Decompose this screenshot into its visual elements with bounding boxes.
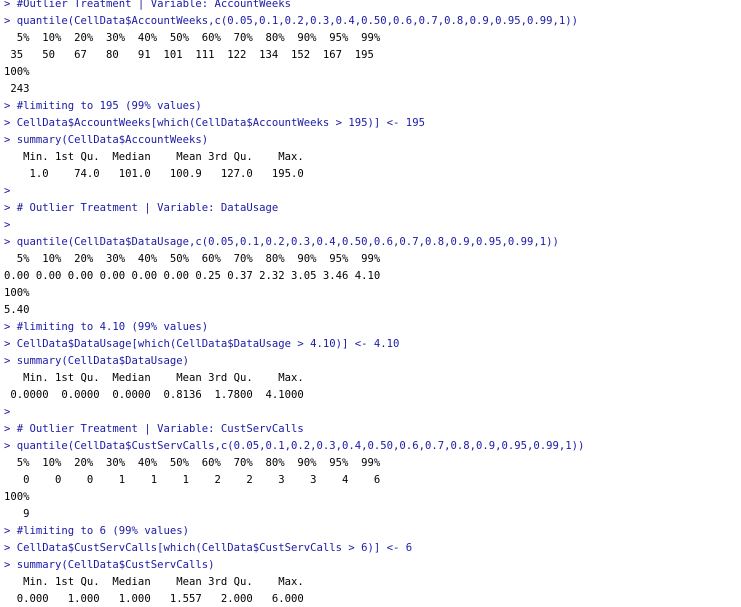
console-output-line: Min. 1st Qu. Median Mean 3rd Qu. Max. — [4, 372, 304, 384]
console-output-line: 5% 10% 20% 30% 40% 50% 60% 70% 80% 90% 9… — [4, 32, 381, 44]
console-output-line: 100% — [4, 287, 30, 299]
console-output-line: 0.0000 0.0000 0.0000 0.8136 1.7800 4.100… — [4, 389, 304, 401]
console-output-line: 35 50 67 80 91 101 111 122 134 152 167 1… — [4, 49, 374, 61]
console-input-line: > — [4, 406, 11, 418]
console-input-line: > summary(CellData$DataUsage) — [4, 355, 189, 367]
console-output-line: 243 — [4, 83, 30, 95]
console-input-line: > # Outlier Treatment | Variable: CustSe… — [4, 423, 304, 435]
console-input-line: > summary(CellData$AccountWeeks) — [4, 134, 209, 146]
console-output-line: 9 — [4, 508, 30, 520]
console-input-line: > CellData$CustServCalls[which(CellData$… — [4, 542, 413, 554]
console-input-line: > quantile(CellData$DataUsage,c(0.05,0.1… — [4, 236, 559, 248]
console-input-line: > #limiting to 4.10 (99% values) — [4, 321, 209, 333]
console-input-line: > #limiting to 195 (99% values) — [4, 100, 202, 112]
console-input-line: > — [4, 219, 11, 231]
console-output-line: 5% 10% 20% 30% 40% 50% 60% 70% 80% 90% 9… — [4, 253, 381, 265]
console-input-line: > quantile(CellData$AccountWeeks,c(0.05,… — [4, 15, 579, 27]
console-input-line: > #limiting to 6 (99% values) — [4, 525, 189, 537]
console-output-line: 100% — [4, 66, 30, 78]
console-output-line: 1.0 74.0 101.0 100.9 127.0 195.0 — [4, 168, 304, 180]
console-input-line: > quantile(CellData$CustServCalls,c(0.05… — [4, 440, 585, 452]
console-input-line: > — [4, 185, 11, 197]
console-output-line: 0.00 0.00 0.00 0.00 0.00 0.00 0.25 0.37 … — [4, 270, 381, 282]
console-input-line: > CellData$AccountWeeks[which(CellData$A… — [4, 117, 425, 129]
console-output-line: Min. 1st Qu. Median Mean 3rd Qu. Max. — [4, 576, 304, 588]
console-input-line: > CellData$DataUsage[which(CellData$Data… — [4, 338, 400, 350]
console-output-line: 100% — [4, 491, 30, 503]
console-input-line: > #Outlier Treatment | Variable: Account… — [4, 0, 292, 10]
console-output-line: 0 0 0 1 1 1 2 2 3 3 4 6 — [4, 474, 381, 486]
console-output-line: Min. 1st Qu. Median Mean 3rd Qu. Max. — [4, 151, 304, 163]
console-output-line: 0.000 1.000 1.000 1.557 2.000 6.000 — [4, 593, 304, 605]
console-input-line: > # Outlier Treatment | Variable: DataUs… — [4, 202, 279, 214]
console-output-line: 5% 10% 20% 30% 40% 50% 60% 70% 80% 90% 9… — [4, 457, 381, 469]
console-input-line: > summary(CellData$CustServCalls) — [4, 559, 215, 571]
r-console-output[interactable]: > #Outlier Treatment | Variable: Account… — [4, 0, 741, 607]
console-output-line: 5.40 — [4, 304, 30, 316]
